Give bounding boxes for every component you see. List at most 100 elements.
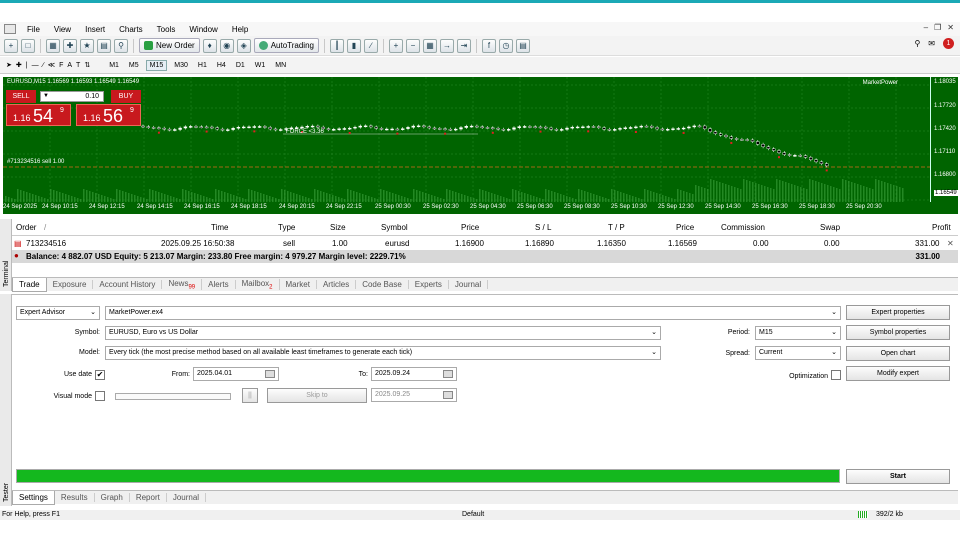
signals-icon[interactable]: ◉ [219, 38, 234, 53]
tester-icon[interactable]: ⚲ [114, 38, 128, 53]
calendar-icon[interactable] [443, 391, 453, 399]
tab-mailbox[interactable]: Mailbox2 [236, 278, 280, 291]
new-chart-icon[interactable]: + [4, 38, 18, 53]
restore-icon[interactable]: ❐ [934, 23, 941, 32]
visual-mode-checkbox[interactable] [95, 391, 105, 401]
search-icon[interactable]: ⚲ [914, 39, 920, 48]
zoom-out-icon[interactable]: − [405, 38, 420, 53]
optimization-checkbox[interactable] [831, 370, 841, 380]
col-swap[interactable]: Swap [820, 223, 840, 232]
start-button[interactable]: Start [846, 469, 950, 484]
buy-price[interactable]: 1.16 56 9 [76, 104, 141, 126]
market-watch-icon[interactable]: ▦ [46, 38, 60, 53]
expert-properties-button[interactable]: Expert properties [846, 305, 950, 320]
tab-articles[interactable]: Articles [317, 280, 357, 289]
close-order-icon[interactable]: ✕ [947, 239, 954, 248]
col-size[interactable]: Size [330, 223, 346, 232]
market-icon[interactable]: ◈ [236, 38, 251, 53]
tester-side-tab[interactable]: Tester [0, 294, 12, 506]
crosshair-icon[interactable]: ✚ [16, 61, 22, 69]
notification-badge[interactable]: 1 [943, 38, 954, 49]
trendline-icon[interactable]: ∕ [43, 62, 44, 69]
price-chart[interactable]: EURUSD,M15 1.16569 1.16593 1.16549 1.165… [3, 77, 958, 214]
col-price[interactable]: Price [461, 223, 479, 232]
sell-price[interactable]: 1.16 54 9 [6, 104, 71, 126]
timeframe-mn[interactable]: MN [272, 61, 289, 70]
open-chart-button[interactable]: Open chart [846, 346, 950, 361]
line-chart-icon[interactable]: ∕ [363, 38, 378, 53]
new-order-button[interactable]: New Order [139, 38, 200, 53]
spread-select[interactable]: Current ⌄ [755, 346, 841, 360]
timeframe-h4[interactable]: H4 [214, 61, 229, 70]
terminal-side-tab[interactable]: Terminal [0, 219, 12, 291]
table-row[interactable]: ▤ 713234516 2025.09.25 16:50:38 sell 1.0… [12, 236, 958, 250]
lot-size-input[interactable]: ▼ 0.10 [40, 91, 104, 102]
tab-journal[interactable]: Journal [449, 280, 489, 289]
col-order[interactable]: Order [16, 223, 36, 232]
sell-button[interactable]: SELL [6, 90, 36, 103]
text-icon[interactable]: A [67, 62, 72, 69]
tester-type-select[interactable]: Expert Advisor ⌄ [16, 306, 100, 320]
periods-icon[interactable]: ◷ [498, 38, 513, 53]
timeframe-m30[interactable]: M30 [171, 61, 191, 70]
tab-tester-journal[interactable]: Journal [167, 493, 207, 502]
col-sl[interactable]: S / L [535, 223, 551, 232]
close-icon[interactable]: ✕ [947, 23, 954, 32]
autotrading-button[interactable]: AutoTrading [253, 38, 319, 53]
tab-exposure[interactable]: Exposure [47, 280, 94, 289]
tile-windows-icon[interactable]: ▦ [422, 38, 437, 53]
vertical-line-icon[interactable]: | [26, 62, 28, 69]
navigator-icon[interactable]: ★ [80, 38, 94, 53]
from-date-input[interactable]: 2025.04.01 [193, 367, 279, 381]
tab-trade[interactable]: Trade [12, 277, 47, 292]
zoom-in-icon[interactable]: + [388, 38, 403, 53]
candlestick-icon[interactable]: ▮ [346, 38, 361, 53]
symbol-select[interactable]: EURUSD, Euro vs US Dollar ⌄ [105, 326, 661, 340]
minimize-icon[interactable]: – [924, 23, 928, 32]
tab-settings[interactable]: Settings [12, 490, 55, 505]
menu-tools[interactable]: Tools [150, 25, 183, 34]
menu-view[interactable]: View [47, 25, 78, 34]
col-profit[interactable]: Profit [932, 223, 951, 232]
data-window-icon[interactable]: ✚ [63, 38, 77, 53]
terminal-icon[interactable]: ▤ [97, 38, 111, 53]
indicators-icon[interactable]: f [481, 38, 496, 53]
col-symbol[interactable]: Symbol [381, 223, 408, 232]
skip-to-button[interactable]: Skip to [267, 388, 367, 403]
metaeditor-icon[interactable]: ♦ [202, 38, 217, 53]
tab-graph[interactable]: Graph [95, 493, 130, 502]
tab-account-history[interactable]: Account History [93, 280, 163, 289]
lot-dropdown-icon[interactable]: ▼ [43, 92, 49, 101]
symbol-properties-button[interactable]: Symbol properties [846, 325, 950, 340]
calendar-icon[interactable] [443, 370, 453, 378]
tab-market[interactable]: Market [280, 280, 317, 289]
timeframe-m15[interactable]: M15 [145, 59, 168, 71]
autoscroll-icon[interactable]: ⇥ [456, 38, 471, 53]
col-time[interactable]: Time [211, 223, 228, 232]
templates-icon[interactable]: ▤ [515, 38, 530, 53]
buy-button[interactable]: BUY [111, 90, 141, 103]
timeframe-h1[interactable]: H1 [195, 61, 210, 70]
timeframe-m5[interactable]: M5 [126, 61, 142, 70]
skip-to-date-input[interactable]: 2025.09.25 [371, 388, 457, 402]
label-icon[interactable]: T [76, 62, 80, 69]
col-type[interactable]: Type [278, 223, 295, 232]
bar-chart-icon[interactable]: ┃ [329, 38, 344, 53]
col-commission[interactable]: Commission [721, 223, 765, 232]
menu-charts[interactable]: Charts [112, 25, 150, 34]
period-select[interactable]: M15 ⌄ [755, 326, 841, 340]
tab-report[interactable]: Report [130, 493, 167, 502]
timeframe-m1[interactable]: M1 [106, 61, 122, 70]
cursor-icon[interactable]: ➤ [6, 61, 12, 69]
arrows-icon[interactable]: ⇅ [84, 61, 90, 69]
visual-speed-slider[interactable] [115, 393, 231, 400]
menu-insert[interactable]: Insert [78, 25, 112, 34]
calendar-icon[interactable] [265, 370, 275, 378]
timeframe-d1[interactable]: D1 [233, 61, 248, 70]
modify-expert-button[interactable]: Modify expert [846, 366, 950, 381]
col-current-price[interactable]: Price [676, 223, 694, 232]
channel-icon[interactable]: ≪ [48, 61, 55, 69]
horizontal-line-icon[interactable]: — [32, 62, 39, 69]
menu-file[interactable]: File [20, 25, 47, 34]
fibonacci-icon[interactable]: F [59, 62, 63, 69]
